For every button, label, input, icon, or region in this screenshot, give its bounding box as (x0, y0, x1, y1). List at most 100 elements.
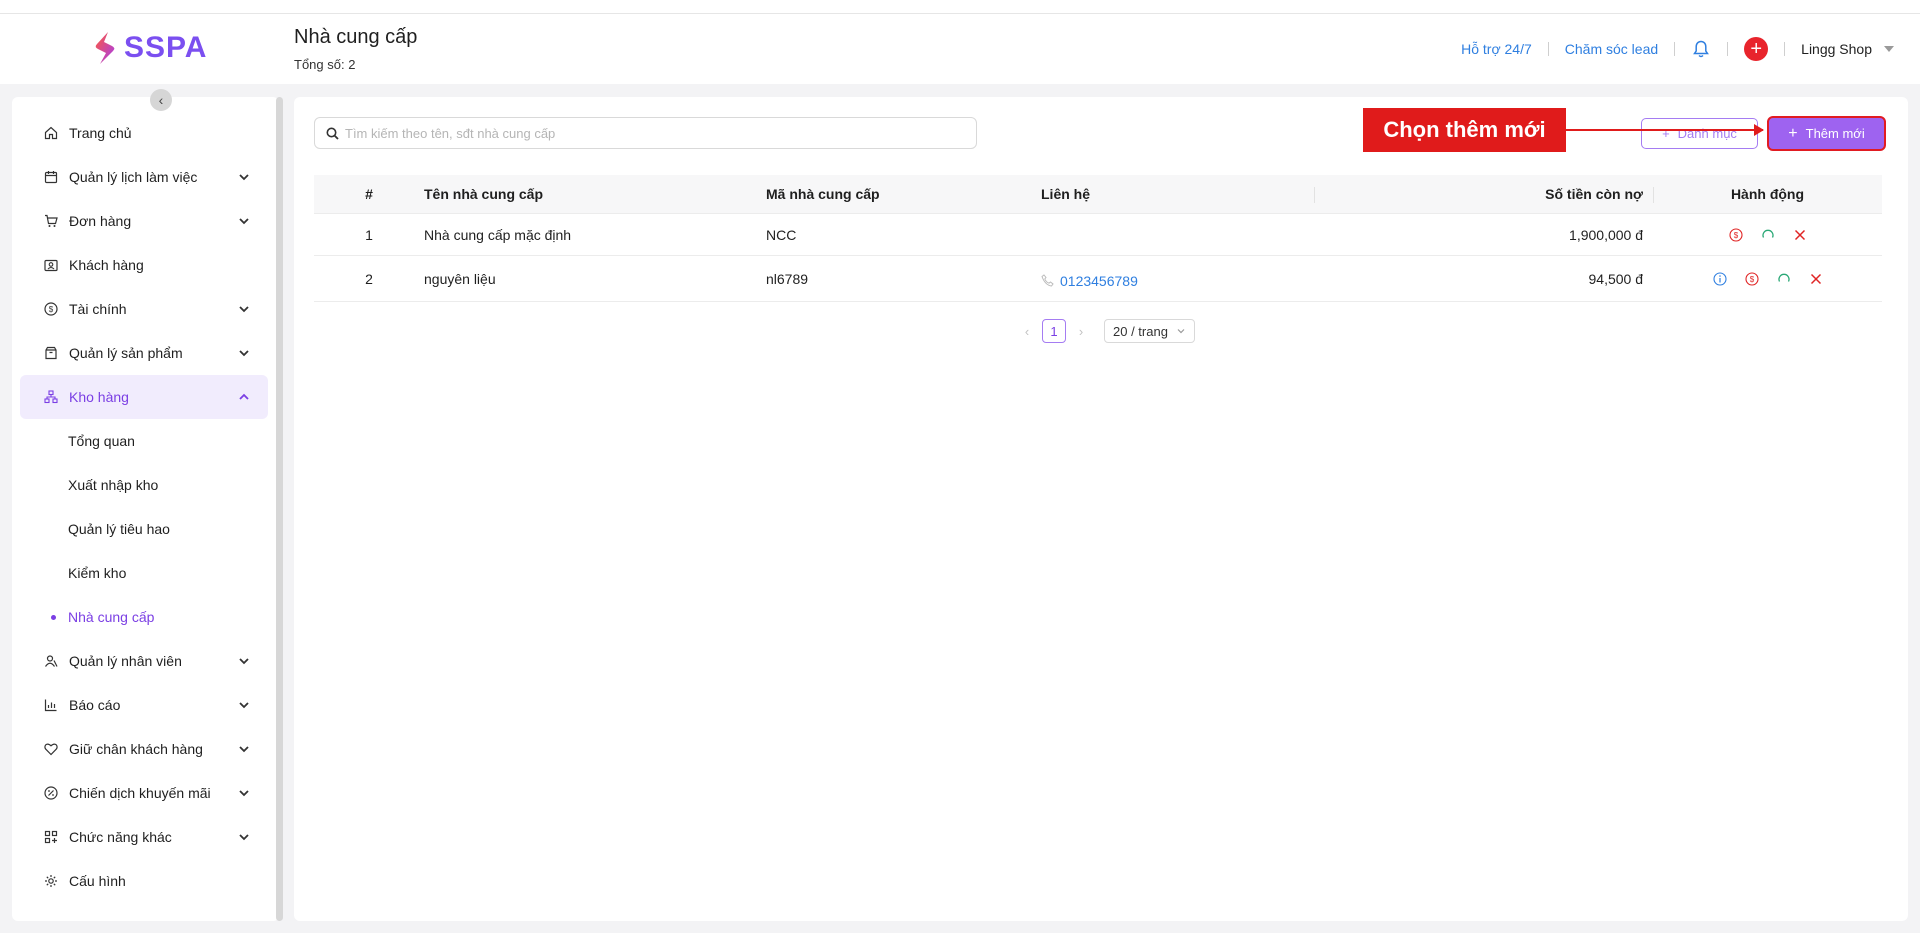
supplier-code: NCC (766, 226, 797, 243)
sidebar-item-home[interactable]: Trang chủ (20, 111, 268, 155)
supplier-name: nguyên liệu (424, 270, 496, 287)
refresh-icon[interactable] (1776, 271, 1792, 287)
sidebar-subitem-overview[interactable]: Tổng quan (20, 419, 268, 463)
add-new-button[interactable]: + Thêm mới (1767, 116, 1886, 151)
supplier-debt: 94,500 đ (1588, 270, 1644, 287)
chevron-down-icon (239, 306, 249, 313)
brand-logo[interactable]: SSPA (94, 31, 207, 65)
main-content: + Danh mục + Thêm mới Chọn thêm mới # Tê… (294, 97, 1908, 921)
shop-name: Lingg Shop (1801, 41, 1872, 57)
column-header-contact: Liên hệ (1041, 186, 1091, 202)
chevron-down-icon (239, 790, 249, 797)
row-index: 2 (365, 270, 373, 287)
pay-debt-icon[interactable]: $ (1744, 271, 1760, 287)
table-row[interactable]: 1 Nhà cung cấp mặc định NCC 1,900,000 đ … (314, 214, 1882, 256)
next-page-icon[interactable]: › (1074, 324, 1088, 339)
divider (1784, 42, 1786, 56)
search-icon (326, 127, 339, 140)
customer-card-icon (43, 257, 59, 273)
chevron-down-icon (239, 218, 249, 225)
divider (1547, 42, 1549, 56)
sidebar-item-label: Quản lý lịch làm việc (69, 169, 198, 185)
page-number[interactable]: 1 (1042, 319, 1066, 343)
svg-text:$: $ (1749, 275, 1754, 284)
svg-text:$: $ (49, 305, 54, 314)
sidebar-item-other-functions[interactable]: Chức năng khác (20, 815, 268, 859)
column-header-debt: Số tiền còn nợ (1545, 186, 1643, 202)
sidebar-item-products[interactable]: Quản lý sản phẩm (20, 331, 268, 375)
sidebar-item-label: Quản lý sản phẩm (69, 345, 183, 361)
chevron-down-icon (239, 746, 249, 753)
divider (1674, 42, 1676, 56)
column-header-name: Tên nhà cung cấp (424, 186, 544, 202)
sidebar-item-promotions[interactable]: Chiến dịch khuyến mãi (20, 771, 268, 815)
column-divider (1314, 187, 1315, 203)
warehouse-icon (43, 389, 59, 405)
sidebar-subitem-label: Nhà cung cấp (68, 609, 155, 625)
info-icon[interactable] (1712, 271, 1728, 287)
table-row[interactable]: 2 nguyên liệu nl6789 0123456789 94,500 đ… (314, 256, 1882, 302)
chevron-down-icon (239, 350, 249, 357)
top-border (0, 0, 1920, 14)
category-button[interactable]: + Danh mục (1641, 118, 1758, 149)
page-size-value: 20 / trang (1113, 323, 1168, 339)
heart-icon (43, 741, 59, 757)
pagination: ‹ 1 › 20 / trang (1020, 319, 1195, 343)
sidebar-subitem-suppliers[interactable]: Nhà cung cấp (20, 595, 268, 639)
sidebar-item-customers[interactable]: Khách hàng (20, 243, 268, 287)
sidebar-item-label: Báo cáo (69, 697, 121, 713)
shop-switcher[interactable]: Lingg Shop (1801, 41, 1894, 57)
settings-icon (43, 873, 59, 889)
pay-debt-icon[interactable]: $ (1728, 227, 1744, 243)
chevron-up-icon (239, 393, 249, 400)
chevron-down-icon (239, 658, 249, 665)
sidebar-subitem-label: Tổng quan (68, 433, 135, 449)
column-divider (1653, 187, 1654, 203)
column-header-code: Mã nhà cung cấp (766, 186, 880, 202)
sidebar-item-retention[interactable]: Giữ chân khách hàng (20, 727, 268, 771)
chevron-down-icon (239, 702, 249, 709)
quick-add-icon[interactable]: + (1744, 37, 1769, 61)
sidebar-item-settings[interactable]: Cấu hình (20, 859, 268, 903)
staff-icon (43, 653, 59, 669)
page-size-select[interactable]: 20 / trang (1104, 319, 1195, 343)
sidebar-item-finance[interactable]: $ Tài chính (20, 287, 268, 331)
sidebar-subitem-label: Xuất nhập kho (68, 477, 159, 493)
collapse-sidebar-button[interactable]: ‹ (150, 89, 172, 111)
refresh-icon[interactable] (1760, 227, 1776, 243)
logo-mark-icon (95, 32, 115, 64)
svg-text:$: $ (1733, 231, 1738, 240)
sidebar-subitem-stock-in-out[interactable]: Xuất nhập kho (20, 463, 268, 507)
delete-icon[interactable] (1808, 271, 1824, 287)
sidebar-menu: Trang chủ Quản lý lịch làm việc Đơn hàng… (20, 111, 268, 903)
phone-link[interactable]: 0123456789 (1041, 267, 1138, 289)
sidebar-item-warehouse[interactable]: Kho hàng (20, 375, 268, 419)
support-link[interactable]: Hỗ trợ 24/7 (1461, 41, 1532, 57)
sidebar-item-staff[interactable]: Quản lý nhân viên (20, 639, 268, 683)
bell-icon[interactable] (1691, 38, 1711, 60)
supplier-contact: 0123456789 (1041, 267, 1314, 291)
prev-page-icon[interactable]: ‹ (1020, 324, 1034, 339)
divider (1727, 42, 1729, 56)
row-actions: $ (1653, 271, 1882, 287)
table-header: # Tên nhà cung cấp Mã nhà cung cấp Liên … (314, 175, 1882, 214)
sidebar-subitem-inventory-check[interactable]: Kiểm kho (20, 551, 268, 595)
sidebar-item-label: Chức năng khác (69, 829, 172, 845)
add-new-button-label: Thêm mới (1805, 126, 1865, 141)
sidebar-subitem-consumption[interactable]: Quản lý tiêu hao (20, 507, 268, 551)
grid-icon (43, 829, 59, 845)
sidebar-scrollbar[interactable] (276, 97, 283, 921)
sidebar-item-label: Quản lý nhân viên (69, 653, 182, 669)
sidebar-item-schedule[interactable]: Quản lý lịch làm việc (20, 155, 268, 199)
lead-care-link[interactable]: Chăm sóc lead (1565, 41, 1658, 57)
sidebar-item-orders[interactable]: Đơn hàng (20, 199, 268, 243)
caret-down-icon (1884, 46, 1894, 52)
search-box[interactable] (314, 117, 977, 149)
discount-icon (43, 785, 59, 801)
search-input[interactable] (345, 125, 945, 141)
phone-icon (1041, 274, 1054, 287)
header-actions: Hỗ trợ 24/7 Chăm sóc lead + Lingg Shop (1461, 36, 1894, 62)
sidebar-item-reports[interactable]: Báo cáo (20, 683, 268, 727)
chart-icon (43, 697, 59, 713)
delete-icon[interactable] (1792, 227, 1808, 243)
